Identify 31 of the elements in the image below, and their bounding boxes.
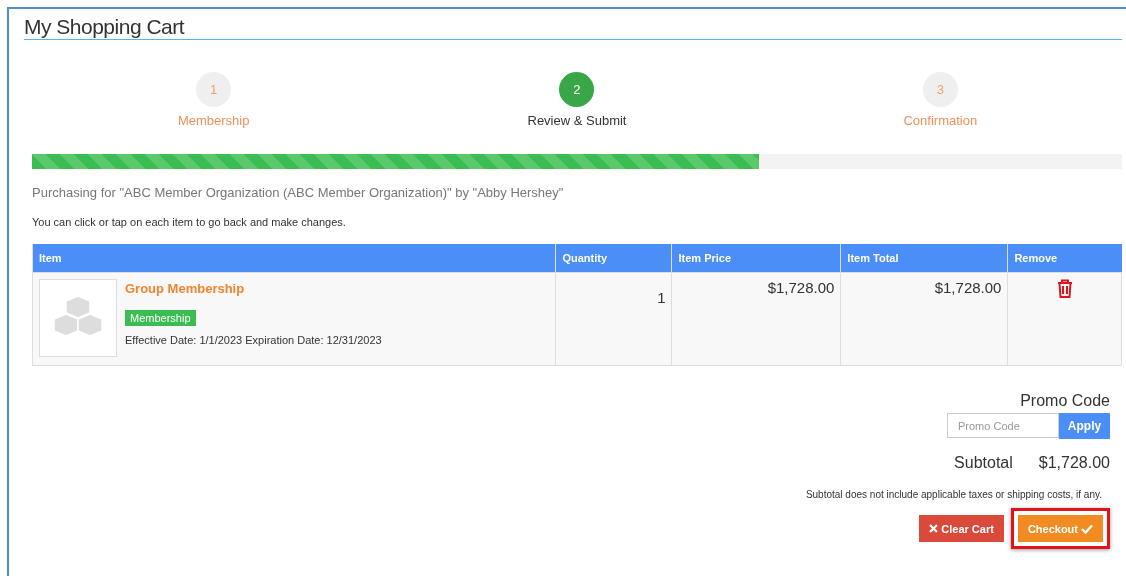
column-header: Quantity — [555, 244, 672, 273]
step-number[interactable]: 2 — [559, 72, 595, 107]
price-cell: $1,728.00 — [672, 272, 841, 366]
page-title: My Shopping Cart — [24, 15, 1122, 40]
step-label[interactable]: Confirmation — [903, 113, 978, 128]
subtotal-note: Subtotal does not include applicable taxes or shipping costs, if any. — [805, 489, 1102, 500]
hint-text: You can click or tap on each item to go back and make changes. — [32, 216, 347, 228]
column-header: Remove — [1007, 244, 1122, 273]
close-icon — [929, 524, 939, 533]
step-number[interactable]: 3 — [922, 72, 958, 107]
step-label[interactable]: Review & Submit — [527, 113, 627, 128]
subtotal-value: $1,728.00 — [1038, 454, 1110, 472]
subtotal-label: Subtotal — [954, 454, 1013, 472]
clear-cart-button[interactable]: Clear Cart — [919, 515, 1004, 542]
column-header: Item Total — [840, 244, 1008, 273]
column-header: Item — [32, 244, 556, 273]
item-name-link[interactable]: Group Membership — [125, 281, 245, 296]
total-cell: $1,728.00 — [840, 272, 1008, 366]
purchasing-note: Purchasing for "ABC Member Organization (ABC Member Organization)" by "Abby Hershey" — [32, 185, 565, 200]
trash-icon[interactable] — [1056, 279, 1073, 298]
promo-label: Promo Code — [1020, 392, 1110, 410]
category-tag: Membership — [125, 310, 196, 326]
column-header: Item Price — [672, 244, 841, 273]
step-number[interactable]: 1 — [196, 72, 232, 107]
apply-button[interactable]: Apply — [1059, 413, 1110, 439]
check-icon — [1081, 523, 1093, 534]
item-dates: Effective Date: 1/1/2023 Expiration Date: 12/31/2023 — [125, 334, 382, 346]
promo-code-field[interactable]: Promo Code — [947, 413, 1059, 438]
checkout-button[interactable]: Checkout — [1017, 515, 1103, 542]
quantity-cell: 1 — [555, 272, 672, 366]
step-label[interactable]: Membership — [177, 113, 250, 128]
